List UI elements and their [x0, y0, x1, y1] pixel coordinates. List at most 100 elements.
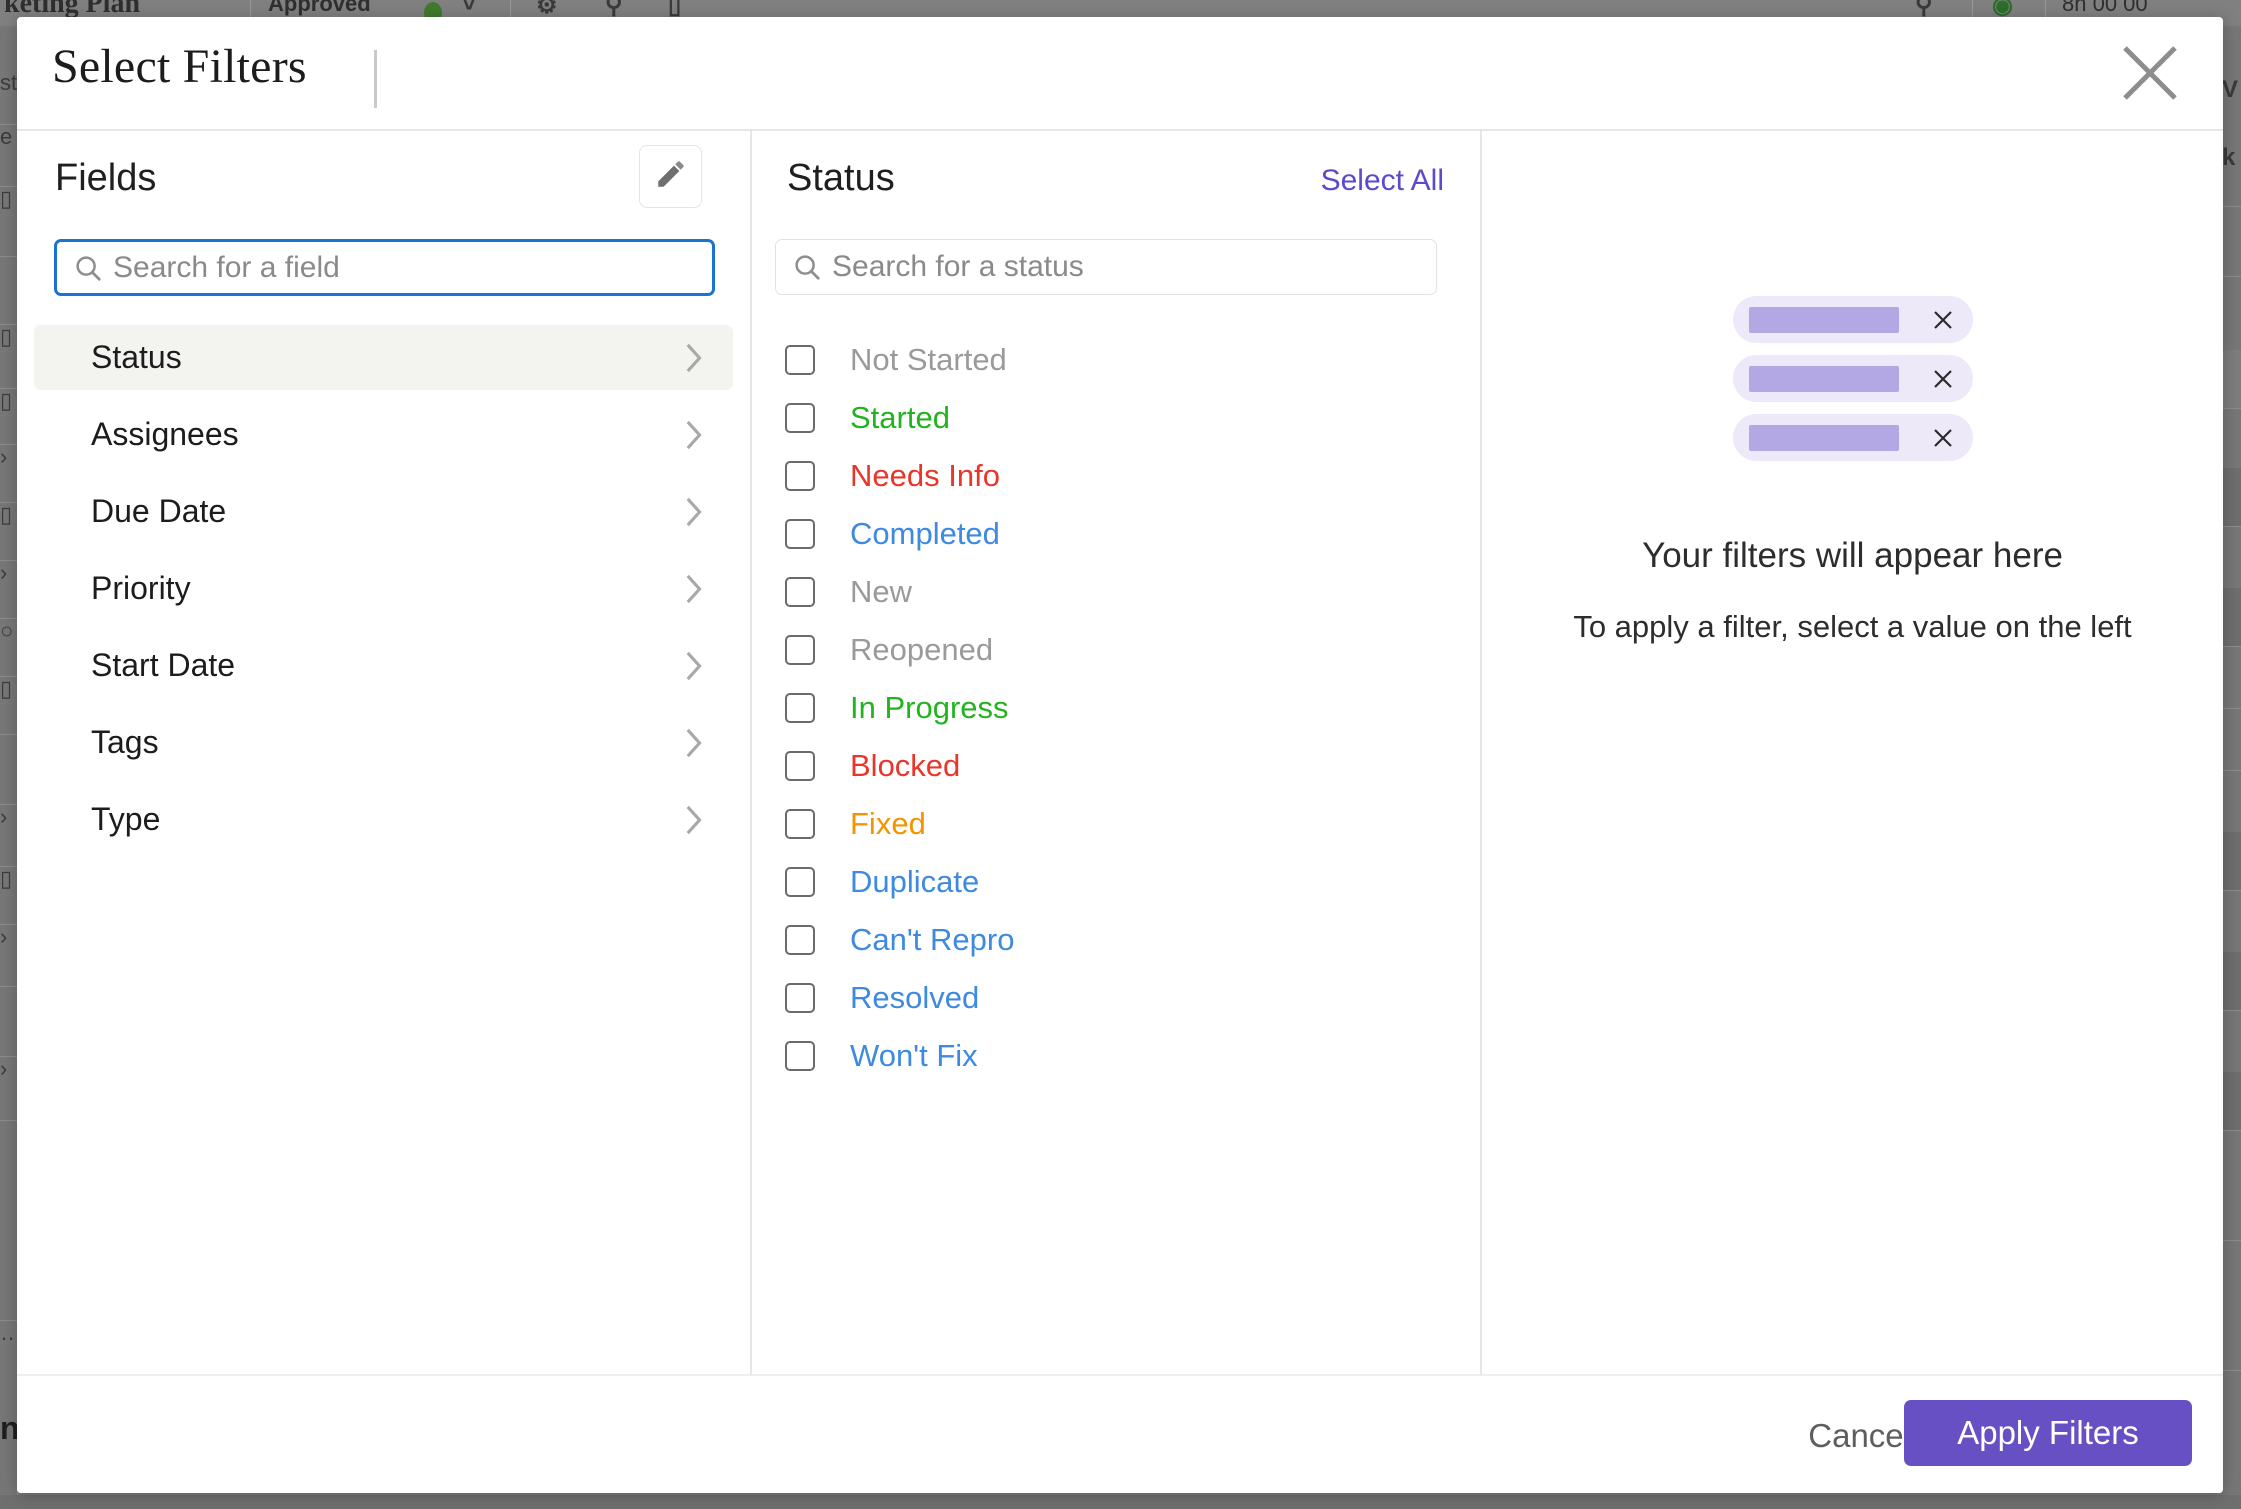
- background-bottom-bar: [0, 1495, 2241, 1509]
- chip-placeholder-bar: [1748, 306, 1899, 333]
- background-row: ›: [0, 560, 17, 619]
- status-option-not-started[interactable]: Not Started: [775, 331, 1460, 389]
- field-search-input[interactable]: [113, 242, 712, 293]
- status-option-fixed[interactable]: Fixed: [775, 795, 1460, 853]
- chevron-right-icon: [680, 649, 706, 683]
- checkbox[interactable]: [785, 693, 815, 723]
- status-search-input[interactable]: [832, 240, 1436, 294]
- chevron-right-icon: [680, 495, 706, 529]
- select-all-link[interactable]: Select All: [1321, 164, 1444, 198]
- checkbox[interactable]: [785, 345, 815, 375]
- field-label: Start Date: [91, 647, 236, 683]
- background-row: [0, 1120, 17, 1321]
- background-row: ›: [0, 1056, 17, 1121]
- background-left-column: st e ▯ ▯ ▯ › ▯ › ○ ▯ › ▯ › › … n: [0, 26, 18, 1509]
- chevron-right-icon: [680, 803, 706, 837]
- field-search-box[interactable]: [54, 239, 715, 296]
- chevron-right-icon: [680, 341, 706, 375]
- background-row: [2222, 206, 2241, 277]
- background-row: ›: [0, 924, 17, 987]
- pencil-icon: [654, 157, 688, 196]
- field-label: Status: [91, 339, 182, 375]
- status-search-box[interactable]: [775, 239, 1437, 295]
- status-option-duplicate[interactable]: Duplicate: [775, 853, 1460, 911]
- background-row: [2222, 1010, 2241, 1073]
- field-label: Type: [91, 801, 161, 837]
- field-row-start-date[interactable]: Start Date: [34, 633, 733, 698]
- background-row: [2222, 1370, 2241, 1509]
- checkbox[interactable]: [785, 635, 815, 665]
- status-option-in-progress[interactable]: In Progress: [775, 679, 1460, 737]
- status-options-list: Not Started Started Needs Info Completed…: [775, 331, 1460, 1085]
- status-option-needs-info[interactable]: Needs Info: [775, 447, 1460, 505]
- status-option-cant-repro[interactable]: Can't Repro: [775, 911, 1460, 969]
- checkbox[interactable]: [785, 809, 815, 839]
- background-right-column: V k E: [2222, 26, 2241, 1509]
- background-row: [2222, 890, 2241, 953]
- status-option-reopened[interactable]: Reopened: [775, 621, 1460, 679]
- status-option-label: Fixed: [850, 806, 926, 841]
- field-label: Tags: [91, 724, 159, 760]
- search-icon: [792, 252, 822, 282]
- background-row: ▯: [0, 502, 17, 561]
- checkbox[interactable]: [785, 925, 815, 955]
- field-row-assignees[interactable]: Assignees: [34, 402, 733, 467]
- placeholder-chips: [1482, 296, 2223, 461]
- checkbox[interactable]: [785, 403, 815, 433]
- status-option-wont-fix[interactable]: Won't Fix: [775, 1027, 1460, 1085]
- apply-filters-button[interactable]: Apply Filters: [1904, 1400, 2192, 1466]
- preview-subtext: To apply a filter, select a value on the…: [1573, 609, 2132, 644]
- status-option-resolved[interactable]: Resolved: [775, 969, 1460, 1027]
- background-row: ○: [0, 618, 17, 677]
- background-row: [2222, 832, 2241, 891]
- status-option-label: Not Started: [850, 342, 1007, 377]
- field-label: Due Date: [91, 493, 227, 529]
- background-row: [2222, 408, 2241, 469]
- status-option-started[interactable]: Started: [775, 389, 1460, 447]
- edit-fields-button[interactable]: [639, 145, 702, 208]
- checkbox[interactable]: [785, 1041, 815, 1071]
- background-row: [0, 986, 17, 1057]
- values-panel-title: Status: [787, 157, 895, 199]
- status-option-completed[interactable]: Completed: [775, 505, 1460, 563]
- close-icon[interactable]: [1931, 367, 1955, 391]
- background-row: [0, 734, 17, 805]
- close-icon[interactable]: [1931, 426, 1955, 450]
- field-row-tags[interactable]: Tags: [34, 710, 733, 775]
- field-row-due-date[interactable]: Due Date: [34, 479, 733, 544]
- background-row: [2222, 276, 2241, 351]
- checkbox[interactable]: [785, 577, 815, 607]
- checkbox[interactable]: [785, 751, 815, 781]
- field-row-type[interactable]: Type: [34, 787, 733, 852]
- field-row-status[interactable]: Status: [34, 325, 733, 390]
- field-row-priority[interactable]: Priority: [34, 556, 733, 621]
- background-row: [0, 256, 17, 325]
- chevron-right-icon: [680, 726, 706, 760]
- status-option-label: Resolved: [850, 980, 980, 1015]
- checkbox[interactable]: [785, 983, 815, 1013]
- dialog-header: Select Filters: [17, 17, 2223, 131]
- background-row: ›: [0, 804, 17, 867]
- status-option-label: Won't Fix: [850, 1038, 978, 1073]
- background-row: [2222, 1130, 2241, 1241]
- background-right-label: V: [2222, 76, 2239, 103]
- background-row: [2222, 1240, 2241, 1371]
- checkbox[interactable]: [785, 867, 815, 897]
- page-title: Select Filters: [52, 40, 307, 93]
- background-row: [2222, 770, 2241, 833]
- title-caret: [374, 50, 377, 108]
- field-label: Assignees: [91, 416, 239, 452]
- checkbox[interactable]: [785, 461, 815, 491]
- status-option-blocked[interactable]: Blocked: [775, 737, 1460, 795]
- close-icon[interactable]: [1931, 308, 1955, 332]
- background-left-label: st: [0, 70, 17, 125]
- background-row: [2222, 1072, 2241, 1131]
- chip-placeholder-bar: [1748, 365, 1899, 392]
- status-option-label: Can't Repro: [850, 922, 1015, 957]
- close-icon[interactable]: [2119, 42, 2181, 104]
- background-row: [2222, 588, 2241, 647]
- status-option-label: In Progress: [850, 690, 1009, 725]
- checkbox[interactable]: [785, 519, 815, 549]
- status-option-new[interactable]: New: [775, 563, 1460, 621]
- status-option-label: Duplicate: [850, 864, 980, 899]
